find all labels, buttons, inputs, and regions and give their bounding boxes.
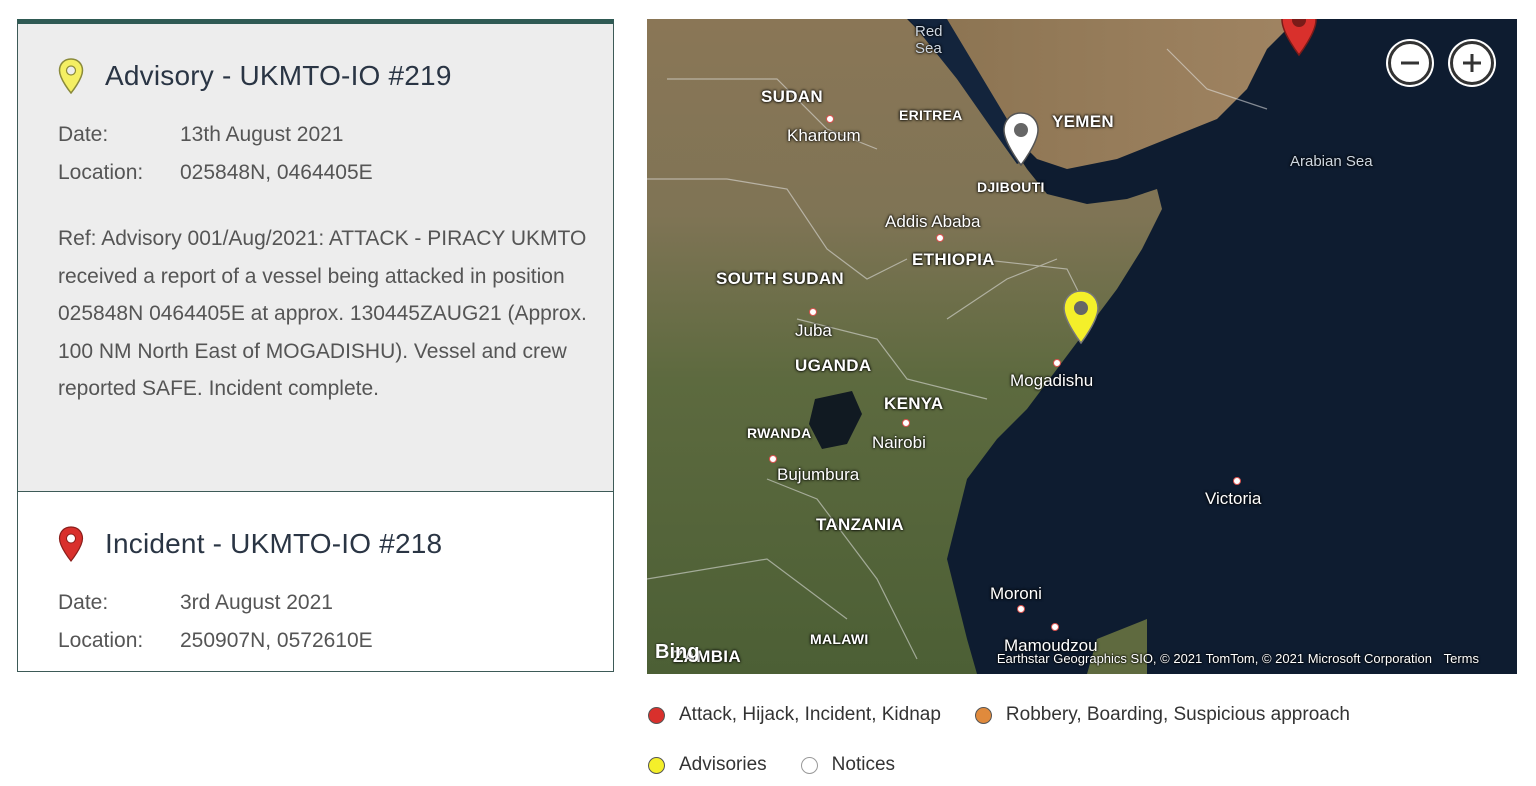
map-legend: Attack, Hijack, Incident, Kidnap Robbery… — [648, 702, 1518, 778]
city-dot-mogadishu — [1053, 359, 1061, 367]
city-dot-moroni — [1017, 605, 1025, 613]
city-dot-bujumbura — [769, 455, 777, 463]
legend-item-notices: Notices — [800, 754, 896, 776]
city-dot-victoria — [1233, 477, 1241, 485]
incident-title[interactable]: Advisory - UKMTO-IO #219 — [105, 60, 452, 92]
map-label-khartoum: Khartoum — [787, 126, 861, 145]
legend-label: Notices — [831, 754, 896, 775]
white-notice-map-pin-icon[interactable] — [1002, 111, 1040, 167]
date-row: Date: 13th August 2021 — [58, 116, 573, 154]
legend-item-robbery: Robbery, Boarding, Suspicious approach — [974, 704, 1350, 726]
legend-swatch-white — [800, 756, 818, 774]
city-dot-juba — [809, 308, 817, 316]
date-value: 13th August 2021 — [180, 123, 344, 146]
legend-label: Robbery, Boarding, Suspicious approach — [1005, 704, 1350, 725]
map-label-ethiopia: ETHIOPIA — [912, 250, 995, 269]
date-row: Date: 3rd August 2021 — [58, 584, 573, 622]
attribution-text: Earthstar Geographics SIO, © 2021 TomTom… — [996, 651, 1432, 666]
zoom-in-button[interactable] — [1450, 41, 1494, 85]
legend-item-attack: Attack, Hijack, Incident, Kidnap — [648, 704, 941, 726]
city-dot-addis-ababa — [936, 234, 944, 242]
legend-label: Attack, Hijack, Incident, Kidnap — [679, 704, 941, 725]
map-label-djibouti: DJIBOUTI — [977, 179, 1045, 195]
legend-swatch-yellow — [648, 756, 665, 774]
terms-link[interactable]: Terms — [1444, 651, 1479, 666]
incident-card-advisory-219[interactable]: Advisory - UKMTO-IO #219 Date: 13th Augu… — [18, 24, 613, 492]
map-label-south-sudan: SOUTH SUDAN — [716, 269, 844, 288]
map-label-nairobi: Nairobi — [872, 433, 926, 452]
map-label-rwanda: RWANDA — [747, 425, 812, 441]
map-label-victoria: Victoria — [1205, 489, 1262, 508]
map-label-moroni: Moroni — [990, 584, 1042, 603]
map-label-malawi: MALAWI — [810, 631, 869, 647]
red-map-pin-icon — [58, 526, 84, 562]
map-label-eritrea: ERITREA — [899, 107, 963, 123]
date-label: Date: — [58, 123, 109, 146]
zoom-out-button[interactable] — [1388, 41, 1432, 85]
bing-logo: Bing — [655, 641, 700, 663]
legend-item-advisories: Advisories — [648, 754, 767, 776]
legend-swatch-red — [648, 706, 665, 724]
map-label-sudan: SUDAN — [761, 87, 823, 106]
map-label-tanzania: TANZANIA — [816, 515, 905, 534]
map-label-arabian-sea: Arabian Sea — [1290, 153, 1373, 170]
incident-list[interactable]: Advisory - UKMTO-IO #219 Date: 13th Augu… — [17, 19, 614, 672]
incident-card-incident-218[interactable]: Incident - UKMTO-IO #218 Date: 3rd Augus… — [18, 492, 613, 660]
yellow-advisory-map-pin-icon[interactable] — [1062, 289, 1100, 345]
incident-card-header: Advisory - UKMTO-IO #219 — [58, 24, 573, 94]
city-dot-mamoudzou — [1051, 623, 1059, 631]
map-attribution: Earthstar Geographics SIO, © 2021 TomTom… — [997, 651, 1479, 666]
date-label: Date: — [58, 591, 109, 614]
location-row: Location: 025848N, 0464405E — [58, 154, 573, 192]
red-incident-map-pin-icon[interactable] — [1280, 19, 1318, 57]
map-label-kenya: KENYA — [884, 394, 944, 413]
map-label-yemen: YEMEN — [1052, 112, 1114, 131]
legend-label: Advisories — [679, 754, 767, 775]
legend-swatch-orange — [974, 706, 992, 724]
incident-map[interactable]: Red Sea SUDAN ERITREA YEMEN Khartoum DJI… — [647, 19, 1517, 674]
map-label-mogadishu: Mogadishu — [1010, 371, 1094, 390]
plus-icon — [1463, 54, 1481, 72]
incident-title[interactable]: Incident - UKMTO-IO #218 — [105, 528, 442, 560]
city-dot-khartoum — [826, 115, 834, 123]
city-dot-nairobi — [902, 419, 910, 427]
location-value: 025848N, 0464405E — [180, 161, 373, 184]
location-row: Location: 250907N, 0572610E — [58, 622, 573, 660]
map-label-bujumbura: Bujumbura — [777, 465, 860, 484]
minus-icon — [1401, 61, 1419, 65]
location-value: 250907N, 0572610E — [180, 629, 373, 652]
yellow-map-pin-icon — [58, 58, 84, 94]
date-value: 3rd August 2021 — [180, 591, 333, 614]
incident-description: Ref: Advisory 001/Aug/2021: ATTACK - PIR… — [58, 227, 587, 401]
map-label-juba: Juba — [795, 321, 832, 340]
map-label-uganda: UGANDA — [795, 356, 872, 375]
incident-card-header: Incident - UKMTO-IO #218 — [58, 492, 573, 562]
incident-meta: Date: 3rd August 2021 Location: 250907N,… — [58, 584, 573, 660]
location-label: Location: — [58, 629, 144, 652]
map-label-addis-ababa: Addis Ababa — [885, 212, 981, 231]
incident-meta: Date: 13th August 2021 Location: 025848N… — [58, 116, 573, 192]
legend-row: Attack, Hijack, Incident, Kidnap Robbery… — [648, 702, 1518, 728]
location-label: Location: — [58, 161, 144, 184]
legend-row: Advisories Notices — [648, 752, 1518, 778]
map-label-red-sea: Red Sea — [915, 23, 943, 57]
